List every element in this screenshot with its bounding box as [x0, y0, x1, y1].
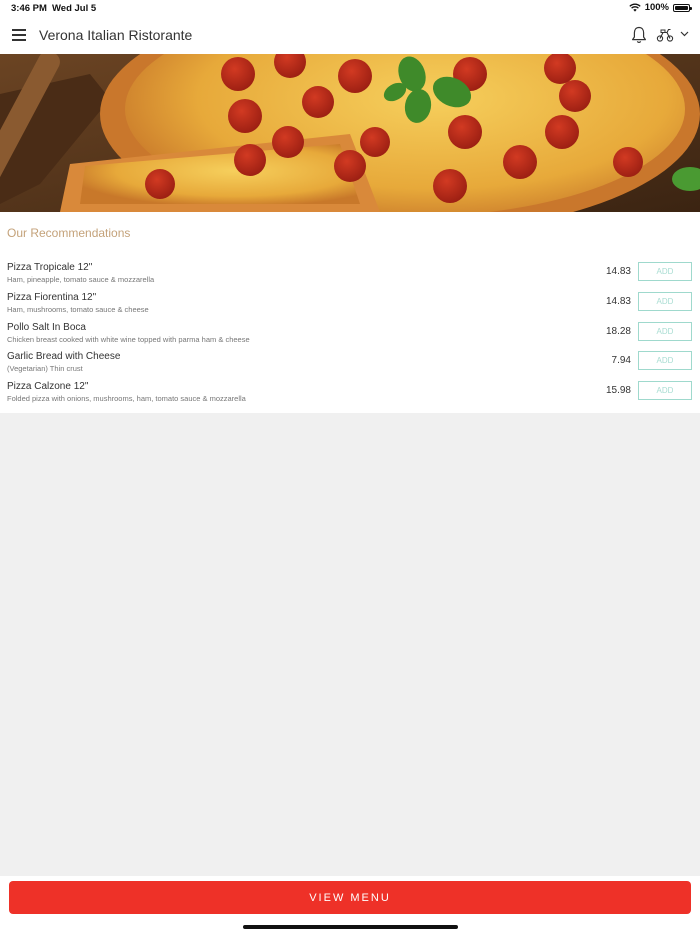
hamburger-menu-icon[interactable]	[12, 29, 26, 41]
item-name: Pollo Salt In Boca	[7, 321, 86, 333]
list-item[interactable]: Pollo Salt In Boca Chicken breast cooked …	[0, 321, 700, 351]
bottom-bar: VIEW MENU	[0, 876, 700, 934]
item-description: Ham, pineapple, tomato sauce & mozzarell…	[7, 275, 155, 284]
chevron-down-icon[interactable]	[680, 31, 689, 37]
item-description: (Vegetarian) Thin crust	[7, 364, 83, 374]
battery-level	[675, 5, 688, 10]
view-menu-button[interactable]: VIEW MENU	[9, 881, 691, 914]
list-item[interactable]: Garlic Bread with Cheese (Vegetarian) Thi…	[0, 350, 700, 380]
item-description: Folded pizza with onions, mushrooms, ham…	[7, 394, 246, 404]
status-right: 100%	[629, 2, 692, 13]
list-item[interactable]: Pizza Calzone 12" Folded pizza with onion…	[0, 380, 700, 410]
status-date: Wed Jul 5	[52, 3, 97, 14]
status-bar: 3:46 PM Wed Jul 5 100%	[0, 0, 700, 16]
add-button[interactable]: ADD	[638, 381, 692, 401]
add-button[interactable]: ADD	[638, 262, 692, 281]
item-price: 15.98	[605, 385, 631, 397]
item-description: Chicken breast cooked with white wine to…	[7, 334, 250, 344]
pizza-illustration	[0, 54, 700, 212]
item-name: Pizza Fiorentina 12"	[7, 291, 97, 303]
recommendations-list: Pizza Tropicale 12" Ham, pineapple, tomat…	[0, 261, 700, 410]
add-button[interactable]: ADD	[638, 351, 692, 371]
item-price: 14.83	[605, 266, 631, 277]
recommendations-section: Our Recommendations Pizza Tropicale 12" H…	[0, 212, 700, 413]
bell-icon[interactable]	[631, 26, 647, 44]
item-price: 7.94	[611, 355, 631, 367]
app-header: Verona Italian Ristorante	[0, 16, 700, 54]
item-price: 18.28	[605, 325, 631, 337]
list-item[interactable]: Pizza Tropicale 12" Ham, pineapple, tomat…	[0, 261, 700, 291]
item-name: Pizza Calzone 12"	[7, 381, 89, 393]
home-indicator	[243, 925, 458, 929]
hero-pizza-image	[0, 54, 700, 212]
status-time: 3:46 PM	[11, 3, 47, 14]
wifi-icon	[629, 3, 641, 12]
section-title: Our Recommendations	[7, 226, 131, 240]
add-button[interactable]: ADD	[638, 291, 692, 311]
item-name: Garlic Bread with Cheese	[7, 351, 121, 363]
scooter-icon[interactable]	[656, 28, 674, 42]
add-button[interactable]: ADD	[638, 321, 692, 341]
item-name: Pizza Tropicale 12"	[7, 262, 93, 273]
battery-icon	[673, 3, 692, 12]
item-description: Ham, mushrooms, tomato sauce & cheese	[7, 304, 149, 314]
battery-percent: 100%	[644, 2, 669, 13]
restaurant-title: Verona Italian Ristorante	[39, 27, 193, 43]
list-item[interactable]: Pizza Fiorentina 12" Ham, mushrooms, toma…	[0, 291, 700, 321]
item-price: 14.83	[605, 295, 631, 307]
